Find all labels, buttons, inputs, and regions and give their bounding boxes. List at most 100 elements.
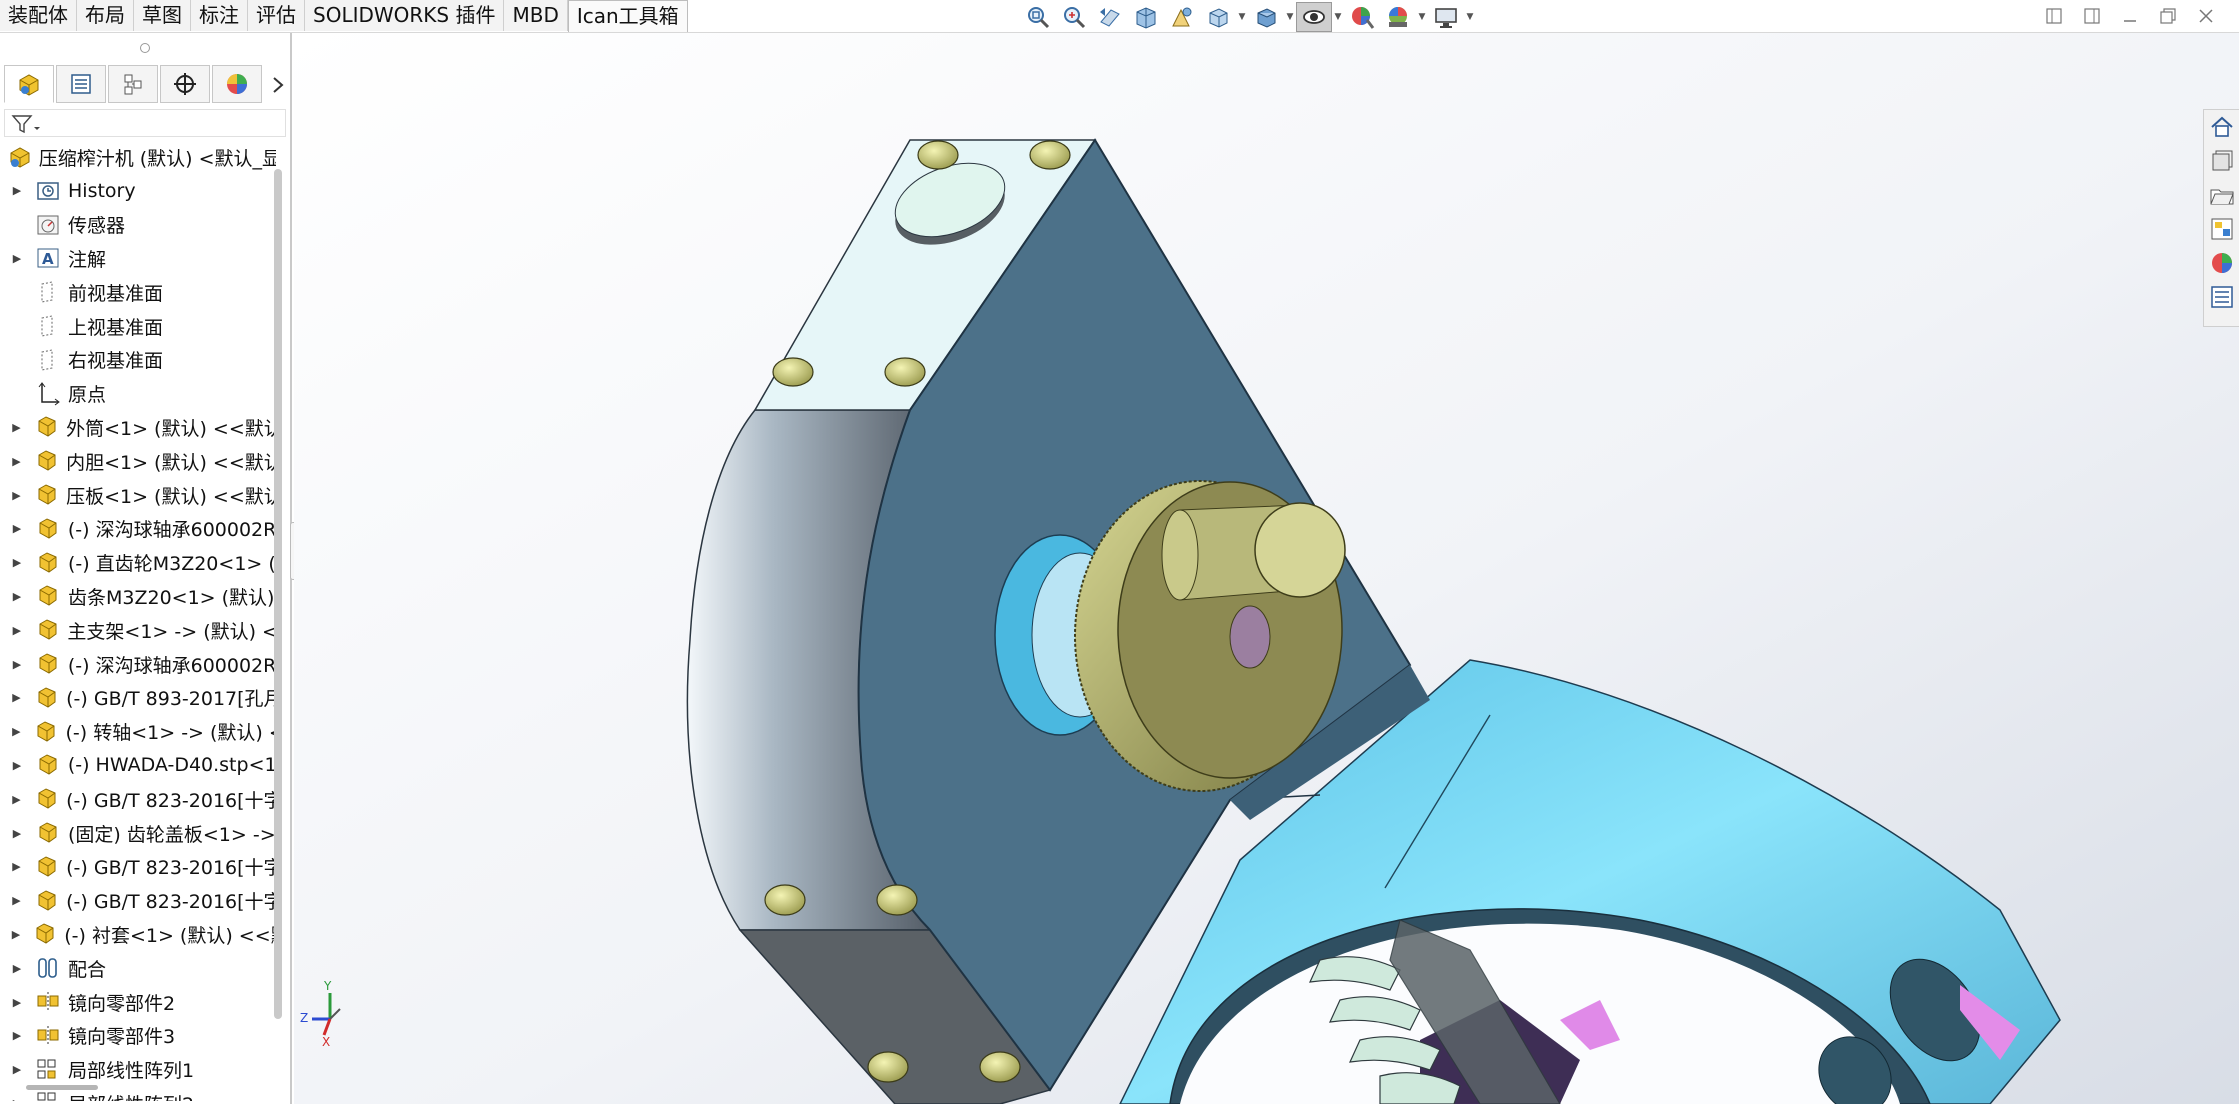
tree-item[interactable]: 传感器 — [0, 209, 276, 241]
tab-1[interactable]: 布局 — [77, 0, 134, 31]
chevron-right-icon[interactable] — [268, 71, 288, 99]
view-orientation-dropdown[interactable]: ▼ — [1236, 12, 1248, 22]
display-manager-icon[interactable] — [212, 65, 262, 103]
section-view-icon[interactable] — [1128, 2, 1164, 32]
graphics-area[interactable]: Y Z X — [294, 33, 2239, 1104]
tile-right-icon[interactable] — [2073, 0, 2111, 32]
hide-show-items-icon[interactable] — [1296, 2, 1332, 32]
tree-item[interactable]: ▶ (-) 直齿轮M3Z20<1> ( — [0, 547, 276, 579]
tree-item[interactable]: 上视基准面 — [0, 310, 276, 342]
expand-arrow-icon[interactable]: ▶ — [0, 962, 34, 975]
previous-view-icon[interactable] — [1092, 2, 1128, 32]
tree-item[interactable]: ▶ History — [0, 175, 276, 207]
expand-arrow-icon[interactable]: ▶ — [0, 455, 33, 468]
tree-item[interactable]: ▶ 局部线性阵列1 — [0, 1054, 276, 1086]
expand-arrow-icon[interactable]: ▶ — [0, 658, 34, 671]
expand-arrow-icon[interactable]: ▶ — [0, 725, 33, 738]
tab-0[interactable]: 装配体 — [0, 0, 77, 31]
expand-arrow-icon[interactable]: ▶ — [0, 793, 33, 806]
tree-item[interactable]: ▶ (-) 衬套<1> (默认) <<默 — [0, 918, 276, 950]
tree-item[interactable]: ▶ (-) GB/T 823-2016[十字 — [0, 851, 276, 883]
panel-grip-handle[interactable] — [140, 43, 150, 53]
tab-6[interactable]: MBD — [504, 0, 568, 31]
tree-item-label: (-) 直齿轮M3Z20<1> ( — [68, 553, 276, 576]
tree-item[interactable]: ▶ (-) 深沟球轴承600002R — [0, 513, 276, 545]
expand-arrow-icon[interactable]: ▶ — [0, 522, 34, 535]
tree-item[interactable]: ▶ 配合 — [0, 952, 276, 984]
tree-horizontal-scrollbar[interactable] — [26, 1085, 98, 1090]
tree-item[interactable]: 原点 — [0, 378, 276, 410]
tree-item[interactable]: ▶ 齿条M3Z20<1> (默认) — [0, 580, 276, 612]
expand-arrow-icon[interactable]: ▶ — [0, 827, 34, 840]
custom-properties-icon[interactable] — [2206, 280, 2238, 314]
minimize-icon[interactable] — [2111, 0, 2149, 32]
view-settings-dropdown[interactable]: ▼ — [1464, 12, 1476, 22]
tree-item[interactable]: ▶ (-) GB/T 893-2017[孔月 — [0, 682, 276, 714]
tree-item[interactable]: ▶ (-) GB/T 823-2016[十字 — [0, 885, 276, 917]
expand-arrow-icon[interactable]: ▶ — [0, 252, 34, 265]
expand-arrow-icon[interactable]: ▶ — [0, 860, 33, 873]
tree-item[interactable]: ▶ (-) 深沟球轴承600002R — [0, 648, 276, 680]
tree-vertical-scrollbar[interactable] — [274, 169, 282, 1019]
expand-arrow-icon[interactable]: ▶ — [0, 184, 34, 197]
expand-arrow-icon[interactable]: ▶ — [0, 894, 33, 907]
tab-7[interactable]: Ican工具箱 — [567, 0, 688, 32]
tree-item[interactable]: ▶ (-) 转轴<1> -> (默认) < — [0, 716, 276, 748]
zoom-to-area-icon[interactable] — [1056, 2, 1092, 32]
tree-item[interactable]: ▶ A 注解 — [0, 242, 276, 274]
expand-arrow-icon[interactable]: ▶ — [0, 996, 34, 1009]
edit-appearance-icon[interactable] — [1344, 2, 1380, 32]
expand-arrow-icon[interactable]: ▶ — [0, 928, 32, 941]
tree-item[interactable]: 压缩榨汁机 (默认) <默认_显示 — [0, 141, 276, 173]
expand-arrow-icon[interactable]: ▶ — [0, 691, 33, 704]
expand-arrow-icon[interactable]: ▶ — [0, 1097, 34, 1101]
tab-4[interactable]: 评估 — [248, 0, 305, 31]
tree-item[interactable]: 前视基准面 — [0, 276, 276, 308]
tab-2[interactable]: 草图 — [134, 0, 191, 31]
design-library-icon[interactable] — [2206, 144, 2238, 178]
dimxpert-manager-icon[interactable] — [160, 65, 210, 103]
appearances-icon[interactable] — [2206, 246, 2238, 280]
expand-arrow-icon[interactable]: ▶ — [0, 421, 33, 434]
tree-item[interactable]: ▶ 内胆<1> (默认) <<默认 — [0, 445, 276, 477]
dynamic-annotation-icon[interactable] — [1164, 2, 1200, 32]
tree-item[interactable]: ▶ (-) HWADA-D40.stp<1 — [0, 749, 276, 781]
tab-5[interactable]: SOLIDWORKS 插件 — [305, 0, 505, 31]
feature-manager-icon[interactable] — [4, 65, 54, 103]
expand-arrow-icon[interactable]: ▶ — [0, 590, 34, 603]
display-style-icon[interactable] — [1248, 2, 1284, 32]
tree-item[interactable]: ▶ (固定) 齿轮盖板<1> -> — [0, 817, 276, 849]
tree-item[interactable]: ▶ 镜向零部件3 — [0, 1020, 276, 1052]
hide-show-dropdown[interactable]: ▼ — [1332, 12, 1344, 22]
zoom-to-fit-icon[interactable] — [1020, 2, 1056, 32]
display-style-dropdown[interactable]: ▼ — [1284, 12, 1296, 22]
tree-filter[interactable] — [4, 109, 286, 137]
3d-model-view[interactable] — [294, 33, 2239, 1104]
tab-3[interactable]: 标注 — [191, 0, 248, 31]
view-settings-icon[interactable] — [1428, 2, 1464, 32]
close-icon[interactable] — [2187, 0, 2225, 32]
expand-arrow-icon[interactable]: ▶ — [0, 1029, 34, 1042]
tree-item[interactable]: 右视基准面 — [0, 344, 276, 376]
tree-item[interactable]: ▶ (-) GB/T 823-2016[十字 — [0, 783, 276, 815]
tree-item[interactable]: ▶ 镜向零部件2 — [0, 986, 276, 1018]
tile-left-icon[interactable] — [2035, 0, 2073, 32]
apply-scene-icon[interactable] — [1380, 2, 1416, 32]
property-manager-icon[interactable] — [56, 65, 106, 103]
expand-arrow-icon[interactable]: ▶ — [0, 556, 34, 569]
restore-icon[interactable] — [2149, 0, 2187, 32]
filter-icon[interactable] — [11, 113, 41, 135]
expand-arrow-icon[interactable]: ▶ — [0, 489, 33, 502]
view-palette-icon[interactable] — [2206, 212, 2238, 246]
configuration-manager-icon[interactable] — [108, 65, 158, 103]
tree-item[interactable]: ▶ 主支架<1> -> (默认) < — [0, 614, 276, 646]
expand-arrow-icon[interactable]: ▶ — [0, 1063, 34, 1076]
expand-arrow-icon[interactable]: ▶ — [0, 624, 34, 637]
tree-item[interactable]: ▶ 压板<1> (默认) <<默认 — [0, 479, 276, 511]
view-orientation-icon[interactable] — [1200, 2, 1236, 32]
apply-scene-dropdown[interactable]: ▼ — [1416, 12, 1428, 22]
home-icon[interactable] — [2206, 110, 2238, 144]
expand-arrow-icon[interactable]: ▶ — [0, 759, 34, 772]
tree-item[interactable]: ▶ 外筒<1> (默认) <<默认 — [0, 411, 276, 443]
file-explorer-icon[interactable] — [2206, 178, 2238, 212]
